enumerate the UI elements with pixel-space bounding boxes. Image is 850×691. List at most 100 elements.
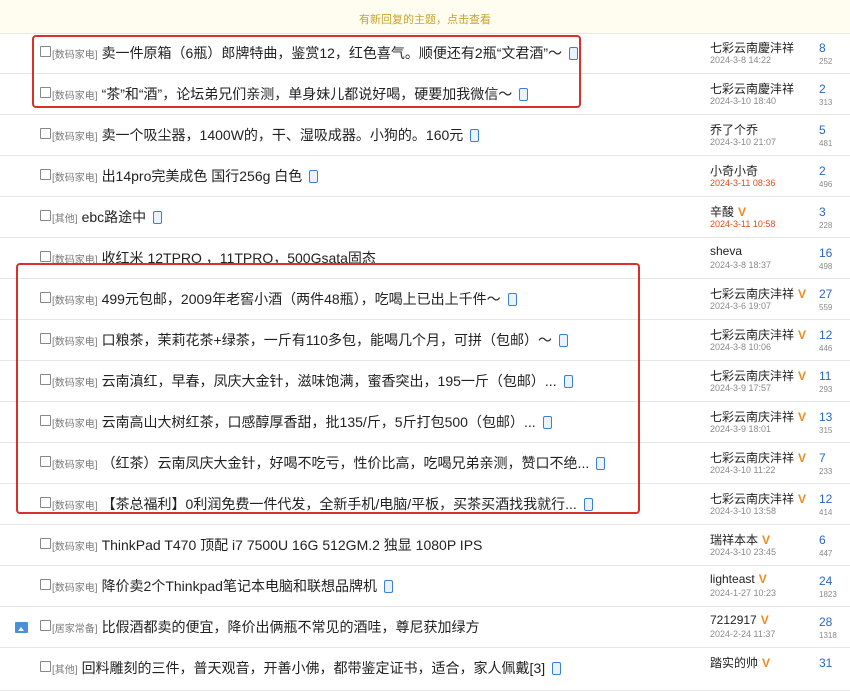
thread-row[interactable]: [数码家电] 卖一件原箱（6瓶）郎牌特曲，鉴赏12，红色喜气。顺便还有2瓶“文君酒… (0, 33, 850, 74)
thread-category[interactable]: [数码家电] (52, 173, 98, 184)
thread-title-link[interactable]: 【茶总福利】0利润免费一件代发，全新手机/电脑/平板，买茶买酒找我就行... (102, 496, 577, 512)
thread-title-link[interactable]: ebc路途中 (82, 209, 147, 225)
post-date: 2024-3-11 08:36 (710, 178, 776, 188)
thread-row[interactable]: [数码家电] 卖一个吸尘器，1400W的，干、湿吸成器。小狗的。160元 乔了个乔 2… (0, 115, 850, 156)
thread-category[interactable]: [数码家电] (52, 501, 98, 512)
thread-category[interactable]: [其他] (52, 665, 78, 676)
reply-count[interactable]: 13 (819, 410, 832, 424)
select-checkbox[interactable] (40, 292, 51, 303)
thread-row[interactable]: [数码家电] 499元包邮，2009年老窖小酒（两件48瓶），吃喝上已出上千件～ 七… (0, 279, 850, 320)
reply-count[interactable]: 31 (819, 656, 832, 670)
thread-title-link[interactable]: 卖一件原箱（6瓶）郎牌特曲，鉴赏12，红色喜气。顺便还有2瓶“文君酒”～ (102, 45, 562, 61)
reply-count[interactable]: 24 (819, 574, 832, 588)
new-replies-notice[interactable]: 有新回复的主题，点击查看 (0, 0, 850, 34)
thread-row[interactable]: [数码家电] 收红米 12TPRO ，11TPRO，500Gsata固态 sheva… (0, 238, 850, 279)
thread-category[interactable]: [数码家电] (52, 460, 98, 471)
author-link[interactable]: 乔了个乔 (710, 123, 758, 137)
thread-category[interactable]: [数码家电] (52, 542, 98, 553)
select-checkbox[interactable] (40, 46, 51, 57)
author-link[interactable]: 七彩云南庆沣祥 (710, 369, 794, 383)
thread-title-link[interactable]: “茶”和“酒”，论坛弟兄们亲测，单身妹儿都说好喝，硬要加我微信～ (102, 86, 513, 102)
reply-count[interactable]: 2 (819, 164, 826, 178)
author-link[interactable]: 七彩云南庆沣祥 (710, 492, 794, 506)
thread-category[interactable]: [数码家电] (52, 296, 98, 307)
thread-title-link[interactable]: 收红米 12TPRO ，11TPRO，500Gsata固态 (102, 250, 376, 266)
reply-count[interactable]: 27 (819, 287, 832, 301)
thread-title-link[interactable]: 499元包邮，2009年老窖小酒（两件48瓶），吃喝上已出上千件～ (102, 291, 501, 307)
reply-count[interactable]: 8 (819, 41, 826, 55)
author-cell: 乔了个乔 (710, 121, 758, 138)
select-checkbox[interactable] (40, 497, 51, 508)
thread-row[interactable]: [数码家电] 出14pro完美成色 国行256g 白色 小奇小奇 2024-3-11 … (0, 156, 850, 197)
author-link[interactable]: 七彩云南庆沣祥 (710, 410, 794, 424)
thread-title-link[interactable]: 云南高山大树红茶，口感醇厚香甜，批135/斤，5斤打包500（包邮）... (102, 414, 536, 430)
author-link[interactable]: 踏实的帅 (710, 656, 758, 670)
thread-category[interactable]: [数码家电] (52, 583, 98, 594)
reply-count[interactable]: 28 (819, 615, 832, 629)
select-checkbox[interactable] (40, 169, 51, 180)
author-link[interactable]: 七彩云南慶沣祥 (710, 41, 794, 55)
thread-row[interactable]: [数码家电] 云南滇红，早春，凤庆大金针，滋味饱满，蜜香突出，195一斤（包邮）.… (0, 361, 850, 402)
thread-row[interactable]: [其他] ebc路途中 辛酸 V 2024-3-11 10:58 3 228 (0, 197, 850, 238)
reply-count[interactable]: 6 (819, 533, 826, 547)
thread-category[interactable]: [数码家电] (52, 50, 98, 61)
reply-count[interactable]: 5 (819, 123, 826, 137)
author-link[interactable]: 辛酸 (710, 205, 734, 219)
author-link[interactable]: 七彩云南庆沣祥 (710, 328, 794, 342)
thread-title-cell: [数码家电] 收红米 12TPRO ，11TPRO，500Gsata固态 (52, 238, 652, 278)
author-link[interactable]: 瑞祥本本 (710, 533, 758, 547)
thread-row[interactable]: [数码家电] ThinkPad T470 顶配 i7 7500U 16G 512G… (0, 525, 850, 566)
select-checkbox[interactable] (40, 210, 51, 221)
reply-count[interactable]: 3 (819, 205, 826, 219)
thread-category[interactable]: [数码家电] (52, 337, 98, 348)
author-link[interactable]: 七彩云南慶沣祥 (710, 82, 794, 96)
thread-title-link[interactable]: 出14pro完美成色 国行256g 白色 (102, 168, 303, 184)
thread-title-link[interactable]: 降价卖2个Thinkpad笔记本电脑和联想品牌机 (102, 578, 377, 594)
reply-count[interactable]: 12 (819, 492, 832, 506)
thread-row[interactable]: [数码家电] 口粮茶，茉莉花茶+绿茶，一斤有110多包，能喝几个月，可拼（包邮）～… (0, 320, 850, 361)
thread-category[interactable]: [数码家电] (52, 378, 98, 389)
thread-row[interactable]: [数码家电] “茶”和“酒”，论坛弟兄们亲测，单身妹儿都说好喝，硬要加我微信～ 七彩… (0, 74, 850, 115)
select-checkbox[interactable] (40, 415, 51, 426)
select-checkbox[interactable] (40, 374, 51, 385)
thread-category[interactable]: [其他] (52, 214, 78, 225)
select-checkbox[interactable] (40, 579, 51, 590)
thread-title-link[interactable]: 卖一个吸尘器，1400W的，干、湿吸成器。小狗的。160元 (102, 127, 464, 143)
thread-title-link[interactable]: 比假酒都卖的便宜，降价出俩瓶不常见的酒哇，尊尼获加绿方 (102, 619, 480, 635)
thread-title-link[interactable]: 口粮茶，茉莉花茶+绿茶，一斤有110多包，能喝几个月，可拼（包邮）～ (102, 332, 553, 348)
reply-count[interactable]: 16 (819, 246, 832, 260)
author-link[interactable]: lighteast (710, 572, 755, 586)
select-checkbox[interactable] (40, 251, 51, 262)
thread-title-link[interactable]: （红茶）云南凤庆大金针，好喝不吃亏，性价比高，吃喝兄弟亲测，赞口不绝... (102, 455, 590, 471)
select-checkbox[interactable] (40, 538, 51, 549)
select-checkbox[interactable] (40, 333, 51, 344)
thread-title-link[interactable]: 云南滇红，早春，凤庆大金针，滋味饱满，蜜香突出，195一斤（包邮）... (102, 373, 557, 389)
reply-count[interactable]: 12 (819, 328, 832, 342)
reply-count[interactable]: 7 (819, 451, 826, 465)
thread-row[interactable]: [数码家电] （红茶）云南凤庆大金针，好喝不吃亏，性价比高，吃喝兄弟亲测，赞口不绝… (0, 443, 850, 484)
thread-row[interactable]: [数码家电] 云南高山大树红茶，口感醇厚香甜，批135/斤，5斤打包500（包邮）… (0, 402, 850, 443)
select-checkbox[interactable] (40, 87, 51, 98)
reply-count[interactable]: 2 (819, 82, 826, 96)
select-checkbox[interactable] (40, 620, 51, 631)
author-link[interactable]: 七彩云南庆沣祥 (710, 451, 794, 465)
thread-title-link[interactable]: ThinkPad T470 顶配 i7 7500U 16G 512GM.2 独显… (102, 537, 483, 553)
thread-title-link[interactable]: 回料雕刻的三件，普天观音，开善小佛，都带鉴定证书，适合，家人佩戴[3] (82, 660, 546, 676)
select-checkbox[interactable] (40, 128, 51, 139)
thread-category[interactable]: [数码家电] (52, 91, 98, 102)
reply-count[interactable]: 11 (819, 369, 831, 383)
select-checkbox[interactable] (40, 661, 51, 672)
thread-category[interactable]: [数码家电] (52, 255, 98, 266)
thread-row[interactable]: [居家常备] 比假酒都卖的便宜，降价出俩瓶不常见的酒哇，尊尼获加绿方 7212917… (0, 607, 850, 648)
thread-category[interactable]: [数码家电] (52, 419, 98, 430)
thread-category[interactable]: [居家常备] (52, 624, 98, 635)
select-checkbox[interactable] (40, 456, 51, 467)
thread-row[interactable]: [数码家电] 降价卖2个Thinkpad笔记本电脑和联想品牌机 lighteast V… (0, 566, 850, 607)
thread-row[interactable]: [其他] 回料雕刻的三件，普天观音，开善小佛，都带鉴定证书，适合，家人佩戴[3] 踏… (0, 648, 850, 691)
author-link[interactable]: 小奇小奇 (710, 164, 758, 178)
thread-row[interactable]: [数码家电] 【茶总福利】0利润免费一件代发，全新手机/电脑/平板，买茶买酒找我就… (0, 484, 850, 525)
author-link[interactable]: 7212917 (710, 613, 757, 627)
author-link[interactable]: 七彩云南庆沣祥 (710, 287, 794, 301)
thread-category[interactable]: [数码家电] (52, 132, 98, 143)
author-link[interactable]: sheva (710, 244, 742, 258)
